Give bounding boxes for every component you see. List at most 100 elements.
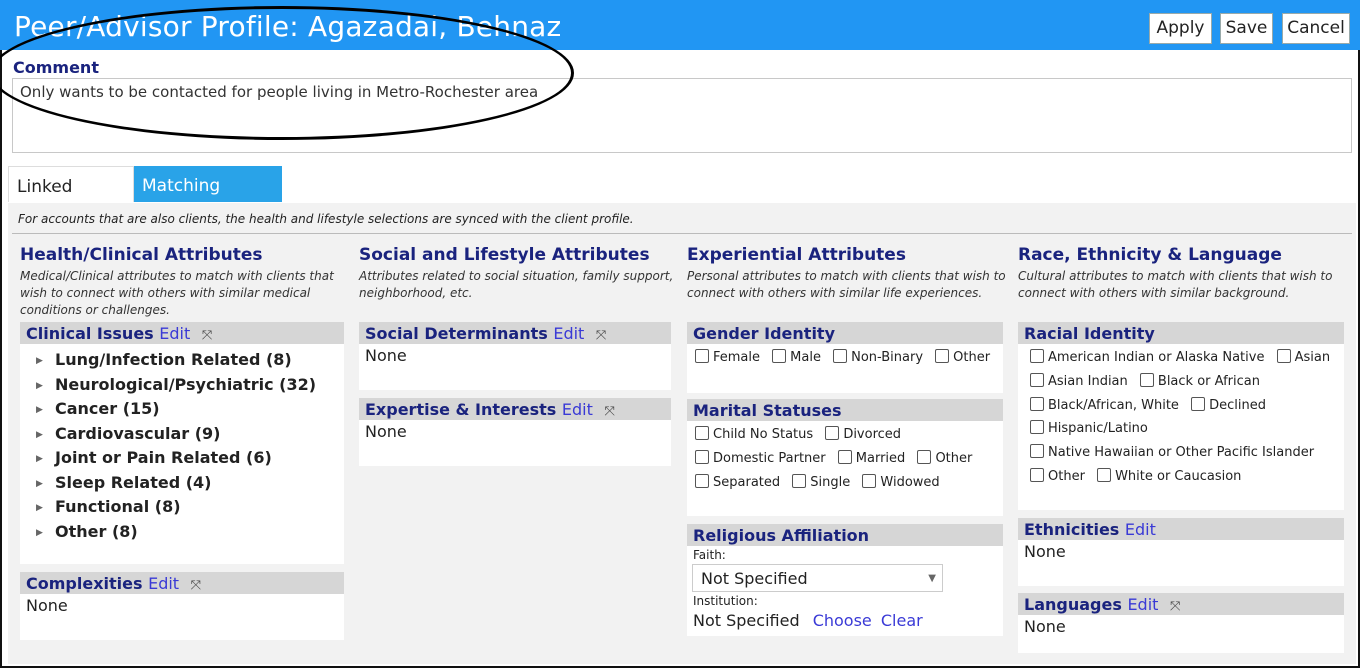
checkbox-other[interactable] <box>917 450 932 464</box>
save-button[interactable]: Save <box>1220 13 1273 44</box>
cancel-button[interactable]: Cancel <box>1282 13 1350 44</box>
clinical-issues-header: Clinical Issues Edit ⤧ <box>20 322 344 344</box>
comment-textarea[interactable]: Only wants to be contacted for people li… <box>12 78 1352 153</box>
marital-options-row: Separated Single Widowed <box>695 474 948 490</box>
ethnicities-panel: Ethnicities Edit None <box>1018 518 1344 586</box>
social-determinants-edit-link[interactable]: Edit <box>553 324 584 343</box>
racial-options-row: Native Hawaiian or Other Pacific Islande… <box>1030 444 1322 460</box>
experiential-desc: Personal attributes to match with client… <box>687 269 1006 300</box>
choose-link[interactable]: Choose <box>813 611 872 630</box>
racial-identity-panel: Racial Identity American Indian or Alask… <box>1018 322 1344 510</box>
tree-item[interactable]: ▶ Lung/Infection Related (8) <box>36 350 292 369</box>
checkbox-married[interactable] <box>837 450 852 464</box>
marital-options-row: Child No Status Divorced <box>695 426 909 442</box>
apply-button[interactable]: Apply <box>1149 13 1212 44</box>
institution-label: Institution: <box>693 594 758 608</box>
expand-icon[interactable]: ⤧ <box>1170 599 1180 614</box>
racial-options-row: American Indian or Alaska Native Asian <box>1030 349 1338 365</box>
expertise-edit-link[interactable]: Edit <box>562 400 593 419</box>
racial-options-row: Other White or Caucasion <box>1030 468 1249 484</box>
checkbox-divorced[interactable] <box>825 426 840 440</box>
tab-matching-profile[interactable]: Matching Profile <box>134 166 282 236</box>
tree-item[interactable]: ▶ Joint or Pain Related (6) <box>36 448 272 467</box>
checkbox-american-indian[interactable] <box>1030 349 1044 363</box>
expand-arrow-icon: ▶ <box>36 405 43 415</box>
checkbox-female[interactable] <box>695 349 709 363</box>
clinical-edit-link[interactable]: Edit <box>159 324 190 343</box>
checkbox-male[interactable] <box>772 349 787 363</box>
experiential-title: Experiential Attributes <box>687 245 906 265</box>
checkbox-domestic-partner[interactable] <box>695 450 709 464</box>
expand-icon[interactable]: ⤧ <box>202 328 212 343</box>
institution-row: Not Specified Choose Clear <box>693 611 923 630</box>
marital-statuses-header: Marital Statuses <box>687 399 1003 421</box>
marital-options-row: Domestic Partner Married Other <box>695 450 980 466</box>
racial-options-row: Black/African, White Declined <box>1030 397 1274 413</box>
header-bar: Peer/Advisor Profile: Agazadai, Behnaz A… <box>0 0 1360 50</box>
sync-note: For accounts that are also clients, the … <box>18 212 634 226</box>
languages-edit-link[interactable]: Edit <box>1127 595 1158 614</box>
tree-item[interactable]: ▶ Other (8) <box>36 522 138 541</box>
tab-linked-clients[interactable]: Linked Clients <box>8 166 134 237</box>
complexities-edit-link[interactable]: Edit <box>148 574 179 593</box>
complexities-value: None <box>26 596 68 615</box>
checkbox-widowed[interactable] <box>862 474 877 488</box>
checkbox-asian[interactable] <box>1276 349 1291 363</box>
tree-item[interactable]: ▶ Cancer (15) <box>36 399 160 418</box>
expand-icon[interactable]: ⤧ <box>596 328 606 343</box>
expand-arrow-icon: ▶ <box>36 479 43 489</box>
racial-options-row: Hispanic/Latino <box>1030 420 1156 436</box>
gender-options: Female Male Non-Binary Other <box>695 349 998 365</box>
expand-arrow-icon: ▶ <box>36 528 43 538</box>
languages-value: None <box>1024 617 1066 636</box>
complexities-panel: Complexities Edit ⤧ None <box>20 572 344 640</box>
tree-item[interactable]: ▶ Neurological/Psychiatric (32) <box>36 375 316 394</box>
health-desc: Medical/Clinical attributes to match wit… <box>20 269 334 317</box>
tree-item[interactable]: ▶ Functional (8) <box>36 497 181 516</box>
expand-arrow-icon: ▶ <box>36 503 43 513</box>
religious-affiliation-header: Religious Affiliation <box>687 524 1003 546</box>
ethnicities-value: None <box>1024 542 1066 561</box>
race-desc: Cultural attributes to match with client… <box>1018 269 1333 300</box>
checkbox-native-hawaiian[interactable] <box>1030 444 1044 458</box>
gender-identity-header: Gender Identity <box>687 322 1003 344</box>
checkbox-separated[interactable] <box>695 474 709 488</box>
clear-link[interactable]: Clear <box>881 611 923 630</box>
social-determinants-panel: Social Determinants Edit ⤧ None <box>359 322 671 390</box>
social-determinants-value: None <box>365 346 407 365</box>
expertise-value: None <box>365 422 407 441</box>
expand-icon[interactable]: ⤧ <box>604 404 614 419</box>
divider <box>12 233 1352 234</box>
expertise-panel: Expertise & Interests Edit ⤧ None <box>359 398 671 466</box>
checkbox-single[interactable] <box>792 474 807 488</box>
expand-arrow-icon: ▶ <box>36 381 43 391</box>
marital-statuses-panel: Marital Statuses Child No Status Divorce… <box>687 399 1003 516</box>
checkbox-non-binary[interactable] <box>833 349 848 363</box>
health-title: Health/Clinical Attributes <box>20 245 263 265</box>
clinical-issues-panel: Clinical Issues Edit ⤧ ▶ Lung/Infection R… <box>20 322 344 564</box>
checkbox-child-no-status[interactable] <box>695 426 709 440</box>
checkbox-hispanic-latino[interactable] <box>1030 420 1044 434</box>
languages-header: Languages Edit ⤧ <box>1018 593 1344 615</box>
racial-options-row: Asian Indian Black or African <box>1030 373 1268 389</box>
checkbox-declined[interactable] <box>1191 397 1206 411</box>
social-determinants-header: Social Determinants Edit ⤧ <box>359 322 671 344</box>
social-title: Social and Lifestyle Attributes <box>359 245 650 265</box>
gender-identity-panel: Gender Identity Female Male Non-Binary O… <box>687 322 1003 393</box>
expand-icon[interactable]: ⤧ <box>191 578 201 593</box>
checkbox-white-or-caucasion[interactable] <box>1097 468 1112 482</box>
expand-arrow-icon: ▶ <box>36 454 43 464</box>
checkbox-asian-indian[interactable] <box>1030 373 1044 387</box>
expand-arrow-icon: ▶ <box>36 356 43 366</box>
checkbox-other[interactable] <box>1030 468 1044 482</box>
faith-select[interactable]: Not Specified ▼ <box>692 564 943 592</box>
tree-item[interactable]: ▶ Sleep Related (4) <box>36 473 211 492</box>
tree-item[interactable]: ▶ Cardiovascular (9) <box>36 424 220 443</box>
checkbox-black-african-white[interactable] <box>1030 397 1044 411</box>
racial-identity-header: Racial Identity <box>1018 322 1344 344</box>
chevron-down-icon: ▼ <box>928 573 936 584</box>
expand-arrow-icon: ▶ <box>36 430 43 440</box>
ethnicities-edit-link[interactable]: Edit <box>1125 520 1156 539</box>
checkbox-other[interactable] <box>935 349 950 363</box>
checkbox-black-or-african[interactable] <box>1139 373 1154 387</box>
